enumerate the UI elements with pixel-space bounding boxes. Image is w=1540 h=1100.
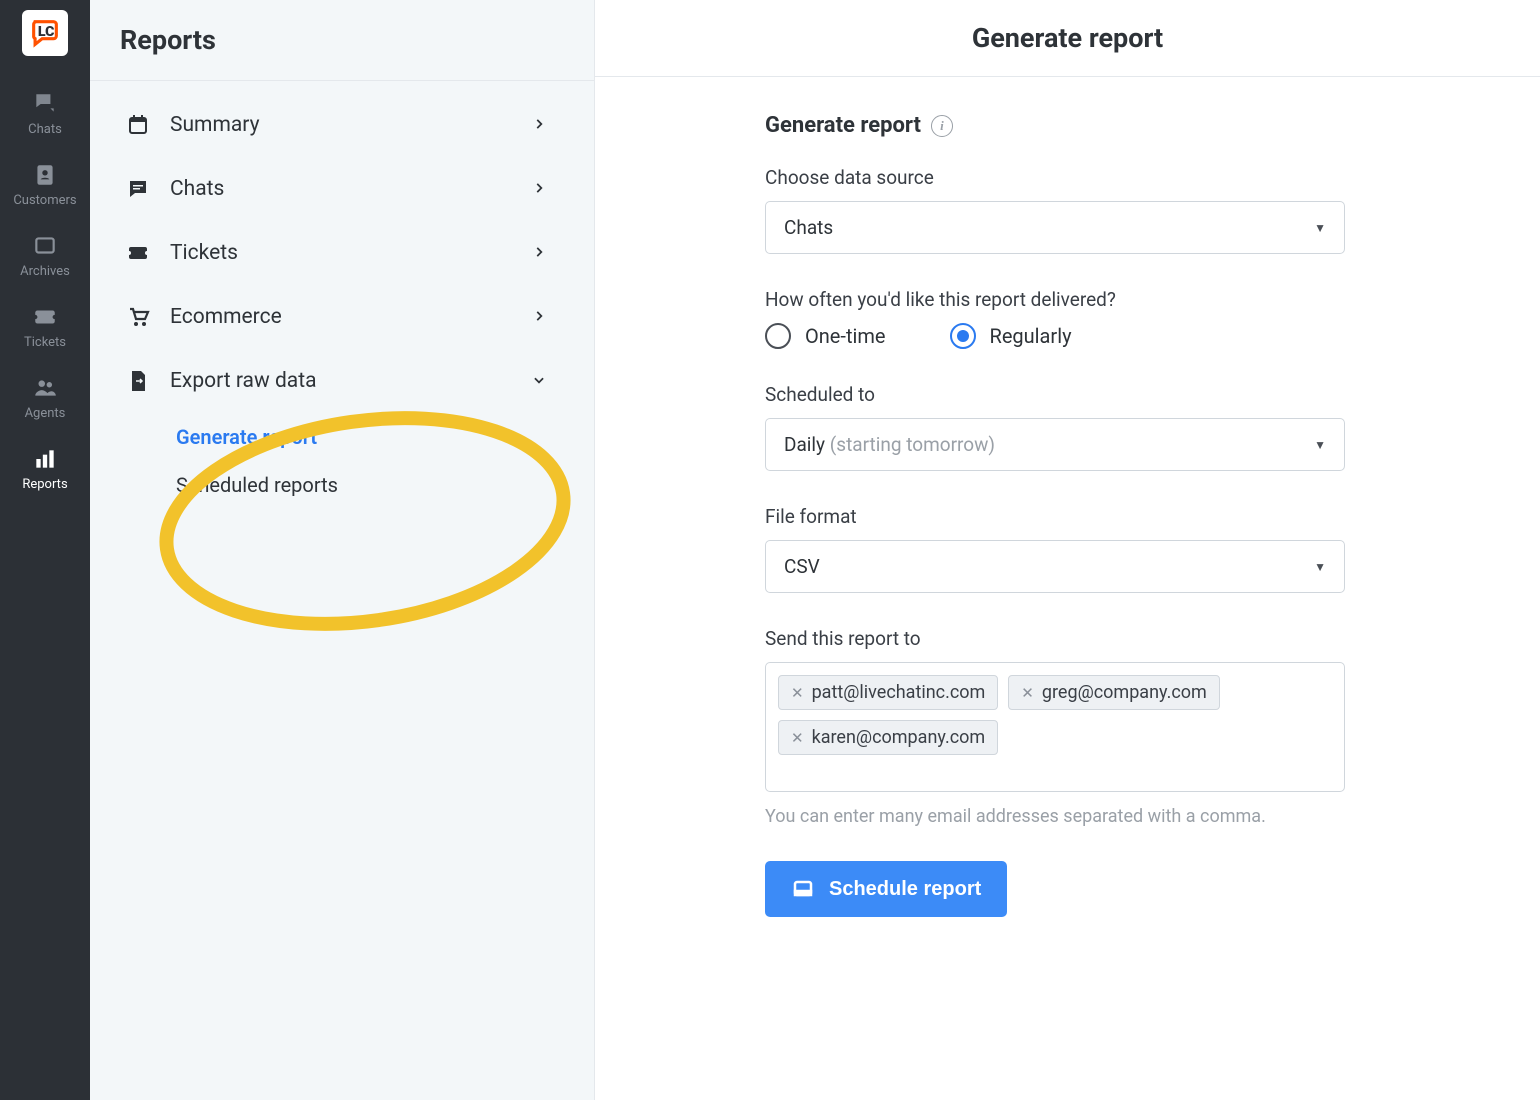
main-content: Generate report Generate report i Choose…: [595, 0, 1540, 1100]
archives-icon: [31, 232, 59, 260]
data-source-block: Choose data source Chats ▼: [765, 166, 1345, 254]
rail-label: Agents: [25, 406, 66, 421]
reports-icon: [31, 445, 59, 473]
generate-report-form: Generate report i Choose data source Cha…: [765, 113, 1345, 917]
file-export-icon: [124, 367, 152, 395]
rail-label: Customers: [13, 193, 76, 208]
sidebar-item-label: Ecommerce: [170, 305, 532, 329]
form-title: Generate report: [765, 113, 921, 138]
chip-label: karen@company.com: [812, 727, 986, 748]
schedule-icon: [791, 877, 815, 901]
form-title-row: Generate report i: [765, 113, 1345, 138]
sidebar-title: Reports: [120, 24, 564, 56]
sidebar-sub-generate-report[interactable]: Generate report: [90, 413, 594, 461]
chip-label: greg@company.com: [1042, 682, 1207, 703]
svg-text:LC: LC: [38, 24, 55, 40]
reports-sidebar: Reports Summary Chats Tickets: [90, 0, 595, 1100]
data-source-value: Chats: [784, 216, 833, 239]
livechat-logo-icon: LC: [28, 16, 62, 50]
ticket-icon: [124, 239, 152, 267]
radio-circle-icon: [950, 323, 976, 349]
sidebar-sub-label: Scheduled reports: [176, 473, 338, 497]
sidebar-sub-label: Generate report: [176, 425, 317, 449]
chip-label: patt@livechatinc.com: [812, 682, 986, 703]
chevron-right-icon: [532, 177, 546, 201]
caret-down-icon: ▼: [1314, 221, 1326, 235]
rail-item-archives[interactable]: Archives: [0, 220, 90, 291]
recipients-helper: You can enter many email addresses separ…: [765, 806, 1345, 827]
chevron-right-icon: [532, 113, 546, 137]
scheduled-select[interactable]: Daily (starting tomorrow) ▼: [765, 418, 1345, 471]
radio-circle-icon: [765, 323, 791, 349]
rail-item-reports[interactable]: Reports: [0, 433, 90, 504]
frequency-radio-row: One-time Regularly: [765, 323, 1345, 349]
chats-icon: [31, 90, 59, 118]
page-title: Generate report: [595, 22, 1540, 54]
email-chip[interactable]: ✕ greg@company.com: [1008, 675, 1220, 710]
remove-chip-icon[interactable]: ✕: [1021, 684, 1034, 702]
remove-chip-icon[interactable]: ✕: [791, 684, 804, 702]
email-chip[interactable]: ✕ karen@company.com: [778, 720, 998, 755]
caret-down-icon: ▼: [1314, 438, 1326, 452]
tickets-icon: [31, 303, 59, 331]
sidebar-sub-scheduled-reports[interactable]: Scheduled reports: [90, 461, 594, 509]
chevron-right-icon: [532, 241, 546, 265]
sidebar-header: Reports: [90, 0, 594, 81]
email-chip[interactable]: ✕ patt@livechatinc.com: [778, 675, 998, 710]
rail-item-customers[interactable]: Customers: [0, 149, 90, 220]
recipients-block: Send this report to ✕ patt@livechatinc.c…: [765, 627, 1345, 827]
sidebar-item-tickets[interactable]: Tickets: [104, 221, 580, 285]
rail-item-chats[interactable]: Chats: [0, 78, 90, 149]
info-icon[interactable]: i: [931, 115, 953, 137]
scheduled-label: Scheduled to: [765, 383, 1345, 406]
customers-icon: [31, 161, 59, 189]
cart-icon: [124, 303, 152, 331]
file-format-value: CSV: [784, 555, 820, 578]
recipients-label: Send this report to: [765, 627, 1345, 650]
file-format-select[interactable]: CSV ▼: [765, 540, 1345, 593]
radio-one-time[interactable]: One-time: [765, 323, 886, 349]
scheduled-block: Scheduled to Daily (starting tomorrow) ▼: [765, 383, 1345, 471]
sidebar-item-ecommerce[interactable]: Ecommerce: [104, 285, 580, 349]
sidebar-item-export-raw-data[interactable]: Export raw data: [104, 349, 580, 413]
data-source-select[interactable]: Chats ▼: [765, 201, 1345, 254]
calendar-icon: [124, 111, 152, 139]
sidebar-body: Summary Chats Tickets: [90, 81, 594, 521]
rail-label: Tickets: [24, 335, 66, 350]
frequency-label: How often you'd like this report deliver…: [765, 288, 1345, 311]
file-format-label: File format: [765, 505, 1345, 528]
sidebar-item-label: Summary: [170, 113, 532, 137]
rail-label: Archives: [20, 264, 70, 279]
main-body: Generate report i Choose data source Cha…: [595, 77, 1540, 951]
chevron-right-icon: [532, 305, 546, 329]
radio-regularly[interactable]: Regularly: [950, 323, 1072, 349]
sidebar-item-chats[interactable]: Chats: [104, 157, 580, 221]
nav-rail: LC Chats Customers Archives Tickets Agen…: [0, 0, 90, 1100]
rail-item-tickets[interactable]: Tickets: [0, 291, 90, 362]
frequency-block: How often you'd like this report deliver…: [765, 288, 1345, 349]
chevron-down-icon: [532, 369, 546, 393]
data-source-label: Choose data source: [765, 166, 1345, 189]
radio-label: One-time: [805, 324, 886, 348]
caret-down-icon: ▼: [1314, 560, 1326, 574]
main-header: Generate report: [595, 0, 1540, 77]
agents-icon: [31, 374, 59, 402]
rail-label: Chats: [28, 122, 62, 137]
submit-block: Schedule report: [765, 861, 1345, 917]
sidebar-item-label: Chats: [170, 177, 532, 201]
logo[interactable]: LC: [22, 10, 68, 56]
rail-label: Reports: [22, 477, 67, 492]
sidebar-item-label: Export raw data: [170, 369, 532, 393]
file-format-block: File format CSV ▼: [765, 505, 1345, 593]
schedule-report-button[interactable]: Schedule report: [765, 861, 1007, 917]
remove-chip-icon[interactable]: ✕: [791, 729, 804, 747]
button-label: Schedule report: [829, 878, 981, 901]
radio-label: Regularly: [990, 324, 1072, 348]
sidebar-item-label: Tickets: [170, 241, 532, 265]
sidebar-item-summary[interactable]: Summary: [104, 93, 580, 157]
scheduled-value: Daily (starting tomorrow): [784, 433, 995, 456]
rail-item-agents[interactable]: Agents: [0, 362, 90, 433]
chat-icon: [124, 175, 152, 203]
recipients-input[interactable]: ✕ patt@livechatinc.com ✕ greg@company.co…: [765, 662, 1345, 792]
